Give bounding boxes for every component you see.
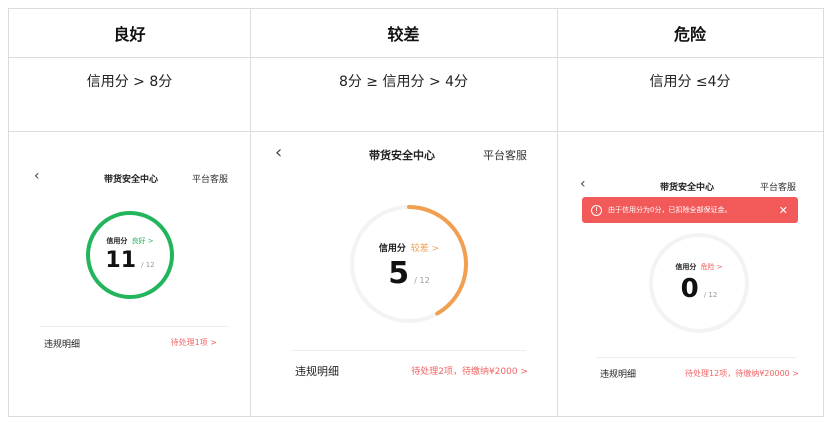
score-value: 0 [680, 274, 699, 304]
condition-poor: 8分 ≥ 信用分 > 4分 [338, 74, 469, 90]
screen-poor: ‹ 带货安全中心 平台客服 信用分 较差 > 5 / 12 违规明细 待处理2项… [251, 132, 556, 416]
nav-title: 带货安全中心 [104, 175, 159, 185]
close-icon[interactable]: ✕ [779, 204, 788, 217]
score-value: 5 [388, 256, 410, 291]
screen-danger: ‹ 带货安全中心 平台客服 ! 由于信用分为0分，已扣除全部保证金。 ✕ 信用分… [558, 132, 823, 416]
condition-good: 信用分 > 8分 [86, 74, 173, 90]
score-value: 11 [105, 248, 137, 273]
customer-service-link[interactable]: 平台客服 [760, 180, 796, 193]
divider [596, 357, 797, 358]
score-block: 信用分 良好 > 11 / 12 [84, 236, 176, 273]
back-arrow-icon[interactable]: ‹ [275, 142, 282, 163]
score-max: / 12 [414, 276, 430, 285]
back-arrow-icon[interactable]: ‹ [34, 168, 40, 184]
nav-title: 带货安全中心 [369, 149, 435, 162]
violation-details-label: 违规明细 [44, 340, 81, 350]
status-link[interactable]: 危险 > [701, 263, 723, 271]
status-link[interactable]: 较差 > [411, 244, 439, 254]
violation-details-label: 违规明细 [600, 370, 637, 380]
score-max: / 12 [703, 291, 718, 299]
divider [291, 350, 526, 351]
condition-danger: 信用分 ≤4分 [649, 74, 731, 90]
violation-details-label: 违规明细 [295, 365, 339, 378]
screen-good: ‹ 带货安全中心 平台客服 信用分 良好 > 11 / 12 违规明细 待处理1… [10, 132, 249, 416]
alert-message: 由于信用分为0分，已扣除全部保证金。 [608, 206, 732, 214]
nav-title: 带货安全中心 [660, 183, 715, 193]
score-block: 信用分 较差 > 5 / 12 [347, 241, 471, 291]
score-label: 信用分 [675, 263, 697, 271]
score-label: 信用分 [106, 237, 128, 245]
alert-warning-icon: ! [591, 204, 602, 216]
customer-service-link[interactable]: 平台客服 [192, 172, 228, 185]
customer-service-link[interactable]: 平台客服 [483, 147, 527, 163]
pending-items-link[interactable]: 待处理1项 > [171, 337, 217, 348]
pending-items-link[interactable]: 待处理2项，待缴纳¥2000 > [411, 364, 528, 377]
divider [40, 326, 229, 327]
pending-items-link[interactable]: 待处理12项，待缴纳¥20000 > [685, 368, 799, 379]
deposit-deducted-alert: ! 由于信用分为0分，已扣除全部保证金。 ✕ [582, 197, 798, 223]
back-arrow-icon[interactable]: ‹ [580, 176, 586, 192]
score-block: 信用分 危险 > 0 / 12 [646, 262, 752, 304]
status-link[interactable]: 良好 > [132, 237, 154, 245]
header-danger: 危险 [673, 25, 706, 44]
credit-score-table: 良好 较差 危险 信用分 > 8分 8分 ≥ 信用分 > 4分 信用分 ≤4分 … [8, 8, 824, 417]
header-poor: 较差 [387, 25, 420, 44]
header-good: 良好 [113, 25, 146, 44]
score-label: 信用分 [378, 244, 406, 254]
score-max: / 12 [141, 261, 155, 269]
